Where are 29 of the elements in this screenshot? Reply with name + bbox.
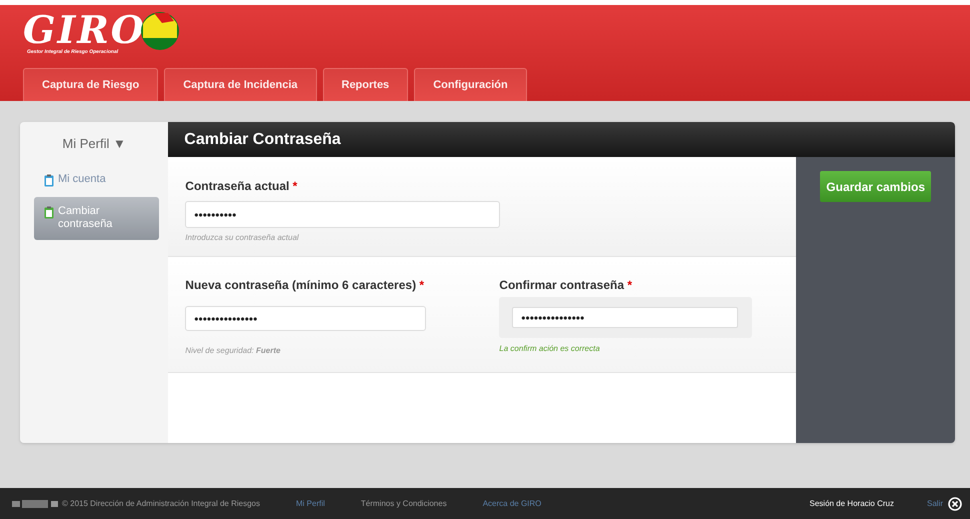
logout-link[interactable]: Salir	[926, 498, 943, 510]
footer-logo	[12, 500, 58, 508]
logo-title: GIRO	[23, 11, 146, 49]
success-text: La confirm ación es correcta	[499, 343, 601, 355]
field-label: Nueva contraseña (mínimo 6 caracteres) *	[185, 277, 426, 294]
field-label: Confirmar contraseña *	[499, 277, 634, 294]
password-field[interactable]: ••••••••••	[185, 201, 500, 228]
footer-link[interactable]: Términos y Condiciones	[360, 498, 447, 510]
nav-tab[interactable]: Captura de Incidencia	[164, 68, 316, 101]
nav-tab[interactable]: Configuración	[414, 68, 527, 101]
close-icon[interactable]	[948, 496, 962, 510]
nav-tab[interactable]: Captura de Riesgo	[23, 68, 158, 101]
panel-title: Cambiar Contraseña	[184, 130, 341, 150]
field-label: Contraseña actual *	[185, 178, 298, 195]
sidebar-item[interactable]: Mi cuenta	[34, 170, 160, 188]
help-text: Nivel de seguridad: Fuerte	[185, 345, 282, 357]
clipboard-icon	[44, 206, 54, 218]
footer-link[interactable]: Acerca de GIRO	[482, 498, 542, 510]
sidebar-item[interactable]: Cambiar contraseña	[34, 196, 160, 240]
password-field[interactable]: •••••••••••••••	[185, 306, 426, 331]
save-button[interactable]: Guardar cambios	[820, 171, 931, 202]
copyright-text: © 2015 Dirección de Administración Integral de Riesgos	[62, 498, 260, 510]
help-text: Introduzca su contraseña actual	[185, 232, 300, 244]
footer-link[interactable]: Mi Perfil	[296, 498, 325, 510]
session-text: Sesión de Horacio Cruz	[810, 498, 894, 510]
password-field[interactable]: •••••••••••••••	[512, 307, 738, 328]
sidebar-title[interactable]: Mi Perfil ▼	[62, 134, 126, 154]
nav-tab[interactable]: Reportes	[322, 68, 408, 101]
clipboard-icon	[44, 174, 54, 186]
